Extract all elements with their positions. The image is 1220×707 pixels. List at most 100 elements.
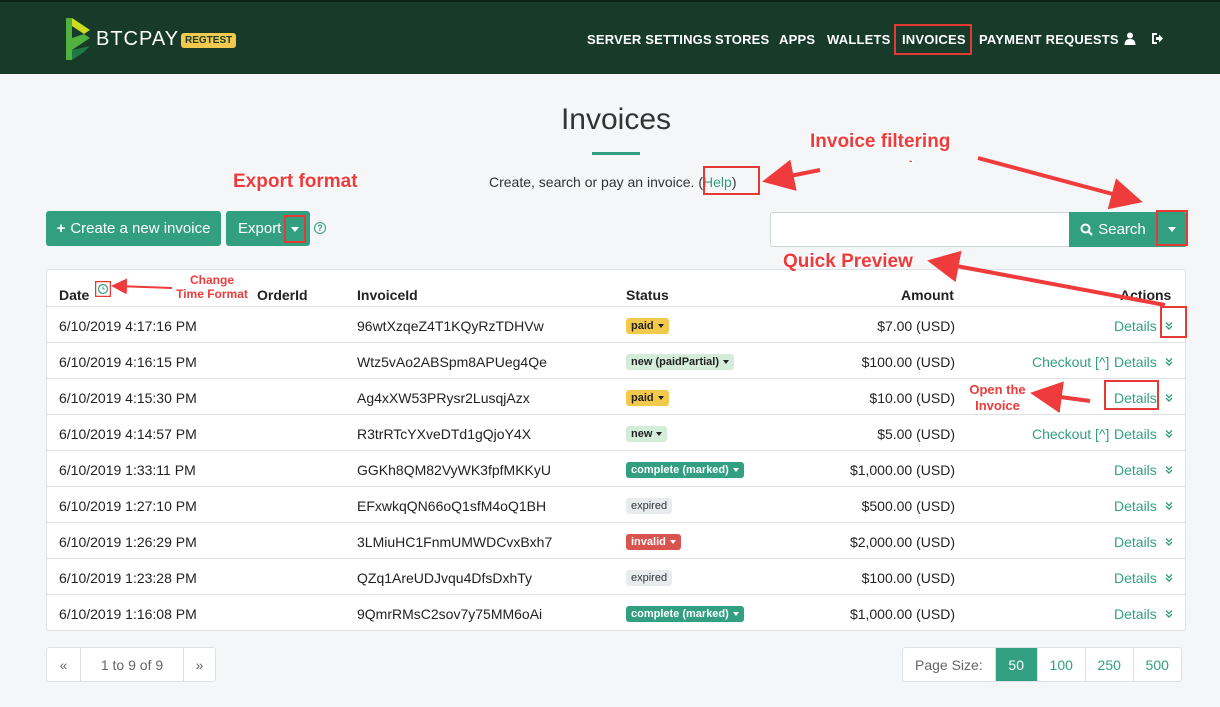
nav-invoices-highlight: [894, 24, 972, 55]
chevron-double-down-icon[interactable]: [1164, 429, 1174, 439]
status-badge[interactable]: paid: [626, 318, 669, 334]
status-badge[interactable]: new (paidPartial): [626, 354, 735, 370]
chevron-double-down-icon[interactable]: [1164, 573, 1174, 583]
search-label: Search: [1098, 221, 1146, 238]
cell-amount: $100.00 (USD): [861, 354, 955, 370]
details-link[interactable]: Details: [1114, 570, 1157, 586]
annotation-change-time: Change Time Format: [173, 273, 251, 301]
chevron-double-down-icon[interactable]: [1164, 537, 1174, 547]
row-divider: [47, 414, 1185, 415]
cell-date: 6/10/2019 4:15:30 PM: [59, 390, 197, 406]
row-divider: [47, 558, 1185, 559]
cell-date: 6/10/2019 1:16:08 PM: [59, 606, 197, 622]
header-date[interactable]: Date: [59, 287, 89, 303]
nav-apps[interactable]: APPS: [779, 32, 815, 47]
chevron-double-down-icon[interactable]: [1164, 393, 1174, 403]
search-field[interactable]: [771, 213, 1069, 246]
caret-down-icon: [732, 468, 739, 473]
nav-stores[interactable]: STORES: [715, 32, 769, 47]
search-input[interactable]: [770, 212, 1070, 247]
cell-amount: $5.00 (USD): [877, 426, 955, 442]
chevron-double-down-icon[interactable]: [1164, 501, 1174, 511]
status-badge: expired: [626, 498, 673, 514]
header-status: Status: [626, 287, 669, 303]
details-link[interactable]: Details: [1114, 606, 1157, 622]
annotation-invoice-filtering: Invoice filtering: [810, 131, 951, 152]
search-button[interactable]: Search: [1069, 212, 1157, 247]
status-text: expired: [631, 500, 668, 512]
clock-icon[interactable]: [95, 281, 111, 297]
status-badge: expired: [626, 570, 673, 586]
annotation-open-line2: Invoice: [975, 398, 1020, 413]
title-underline: [592, 152, 640, 155]
chevron-double-down-icon[interactable]: [1164, 357, 1174, 367]
caret-down-icon: [669, 540, 676, 545]
export-label: Export: [238, 220, 282, 237]
checkout-link[interactable]: Checkout [^]: [1032, 426, 1109, 442]
filter-highlight: [1156, 210, 1188, 246]
details-link[interactable]: Details: [1114, 354, 1157, 370]
details-link[interactable]: Details: [1114, 534, 1157, 550]
nav-wallets[interactable]: WALLETS: [827, 32, 891, 47]
nav-payment-requests[interactable]: PAYMENT REQUESTS: [979, 32, 1119, 47]
user-icon[interactable]: [1124, 32, 1136, 45]
caret-down-icon: [291, 226, 299, 232]
cell-amount: $500.00 (USD): [861, 498, 955, 514]
status-badge[interactable]: paid: [626, 390, 669, 406]
page-size-500[interactable]: 500: [1132, 648, 1181, 681]
cell-amount: $2,000.00 (USD): [849, 534, 955, 550]
prev-page-button[interactable]: «: [47, 648, 80, 681]
question-icon[interactable]: ?: [314, 222, 326, 234]
cell-invoiceid: EFxwkqQN66oQ1sfM4oQ1BH: [357, 498, 547, 514]
logout-icon[interactable]: [1151, 32, 1163, 45]
header-actions: Actions: [1120, 287, 1172, 303]
cell-amount: $1,000.00 (USD): [849, 606, 955, 622]
cell-invoiceid: R3trRTcYXveDTd1gQjoY4X: [357, 426, 532, 442]
annotation-change-line1: Change: [189, 273, 234, 287]
page-size-100[interactable]: 100: [1036, 648, 1085, 681]
status-badge[interactable]: new: [626, 426, 668, 442]
annotation-dash: -: [909, 156, 913, 167]
cell-invoiceid: 96wtXzqeZ4T1KQyRzTDHVw: [357, 318, 544, 334]
chevron-double-down-icon[interactable]: [1164, 465, 1174, 475]
row-divider: [47, 306, 1185, 307]
details-link[interactable]: Details: [1114, 498, 1157, 514]
page-size-selector: Page Size: 50 100 250 500: [902, 647, 1182, 682]
cell-invoiceid: QZq1AreUDJvqu4DfsDxhTy: [357, 570, 533, 586]
details-link[interactable]: Details: [1114, 318, 1157, 334]
status-text: complete (marked): [631, 464, 729, 476]
search-icon: [1080, 223, 1094, 236]
export-format-dropdown[interactable]: [284, 215, 306, 243]
arrow-to-filter: [977, 156, 1143, 210]
btcpay-logo-icon[interactable]: [64, 16, 92, 62]
status-text: paid: [631, 320, 654, 332]
details-link[interactable]: Details: [1114, 426, 1157, 442]
cell-date: 6/10/2019 4:14:57 PM: [59, 426, 197, 442]
status-badge[interactable]: invalid: [626, 534, 681, 550]
cell-invoiceid: 3LMiuHC1FnmUMWDCvxBxh7: [357, 534, 553, 550]
details-highlight: [1104, 380, 1159, 410]
details-link[interactable]: Details: [1114, 462, 1157, 478]
arrow-to-help: [762, 159, 821, 191]
create-invoice-button[interactable]: + Create a new invoice: [46, 211, 221, 246]
cell-amount: $100.00 (USD): [861, 570, 955, 586]
annotation-change-line2: Time Format: [176, 287, 248, 301]
status-text: new: [631, 428, 653, 440]
quick-preview-highlight: [1160, 306, 1187, 338]
annotation-quick-preview: Quick Preview: [783, 251, 913, 272]
page-size-250[interactable]: 250: [1084, 648, 1133, 681]
status-badge[interactable]: complete (marked): [626, 606, 744, 622]
chevron-double-down-icon[interactable]: [1164, 609, 1174, 619]
cell-amount: $1,000.00 (USD): [849, 462, 955, 478]
caret-down-icon: [656, 432, 663, 437]
caret-down-icon: [732, 612, 739, 617]
status-badge[interactable]: complete (marked): [626, 462, 744, 478]
checkout-link[interactable]: Checkout [^]: [1032, 354, 1109, 370]
regtest-badge: REGTEST: [181, 33, 237, 48]
next-page-button[interactable]: »: [183, 648, 215, 681]
status-text: expired: [631, 572, 668, 584]
cell-date: 6/10/2019 4:16:15 PM: [59, 354, 197, 370]
nav-server-settings[interactable]: SERVER SETTINGS: [587, 32, 712, 47]
brand-name[interactable]: BTCPAY: [96, 28, 179, 51]
page-size-50[interactable]: 50: [994, 648, 1037, 681]
